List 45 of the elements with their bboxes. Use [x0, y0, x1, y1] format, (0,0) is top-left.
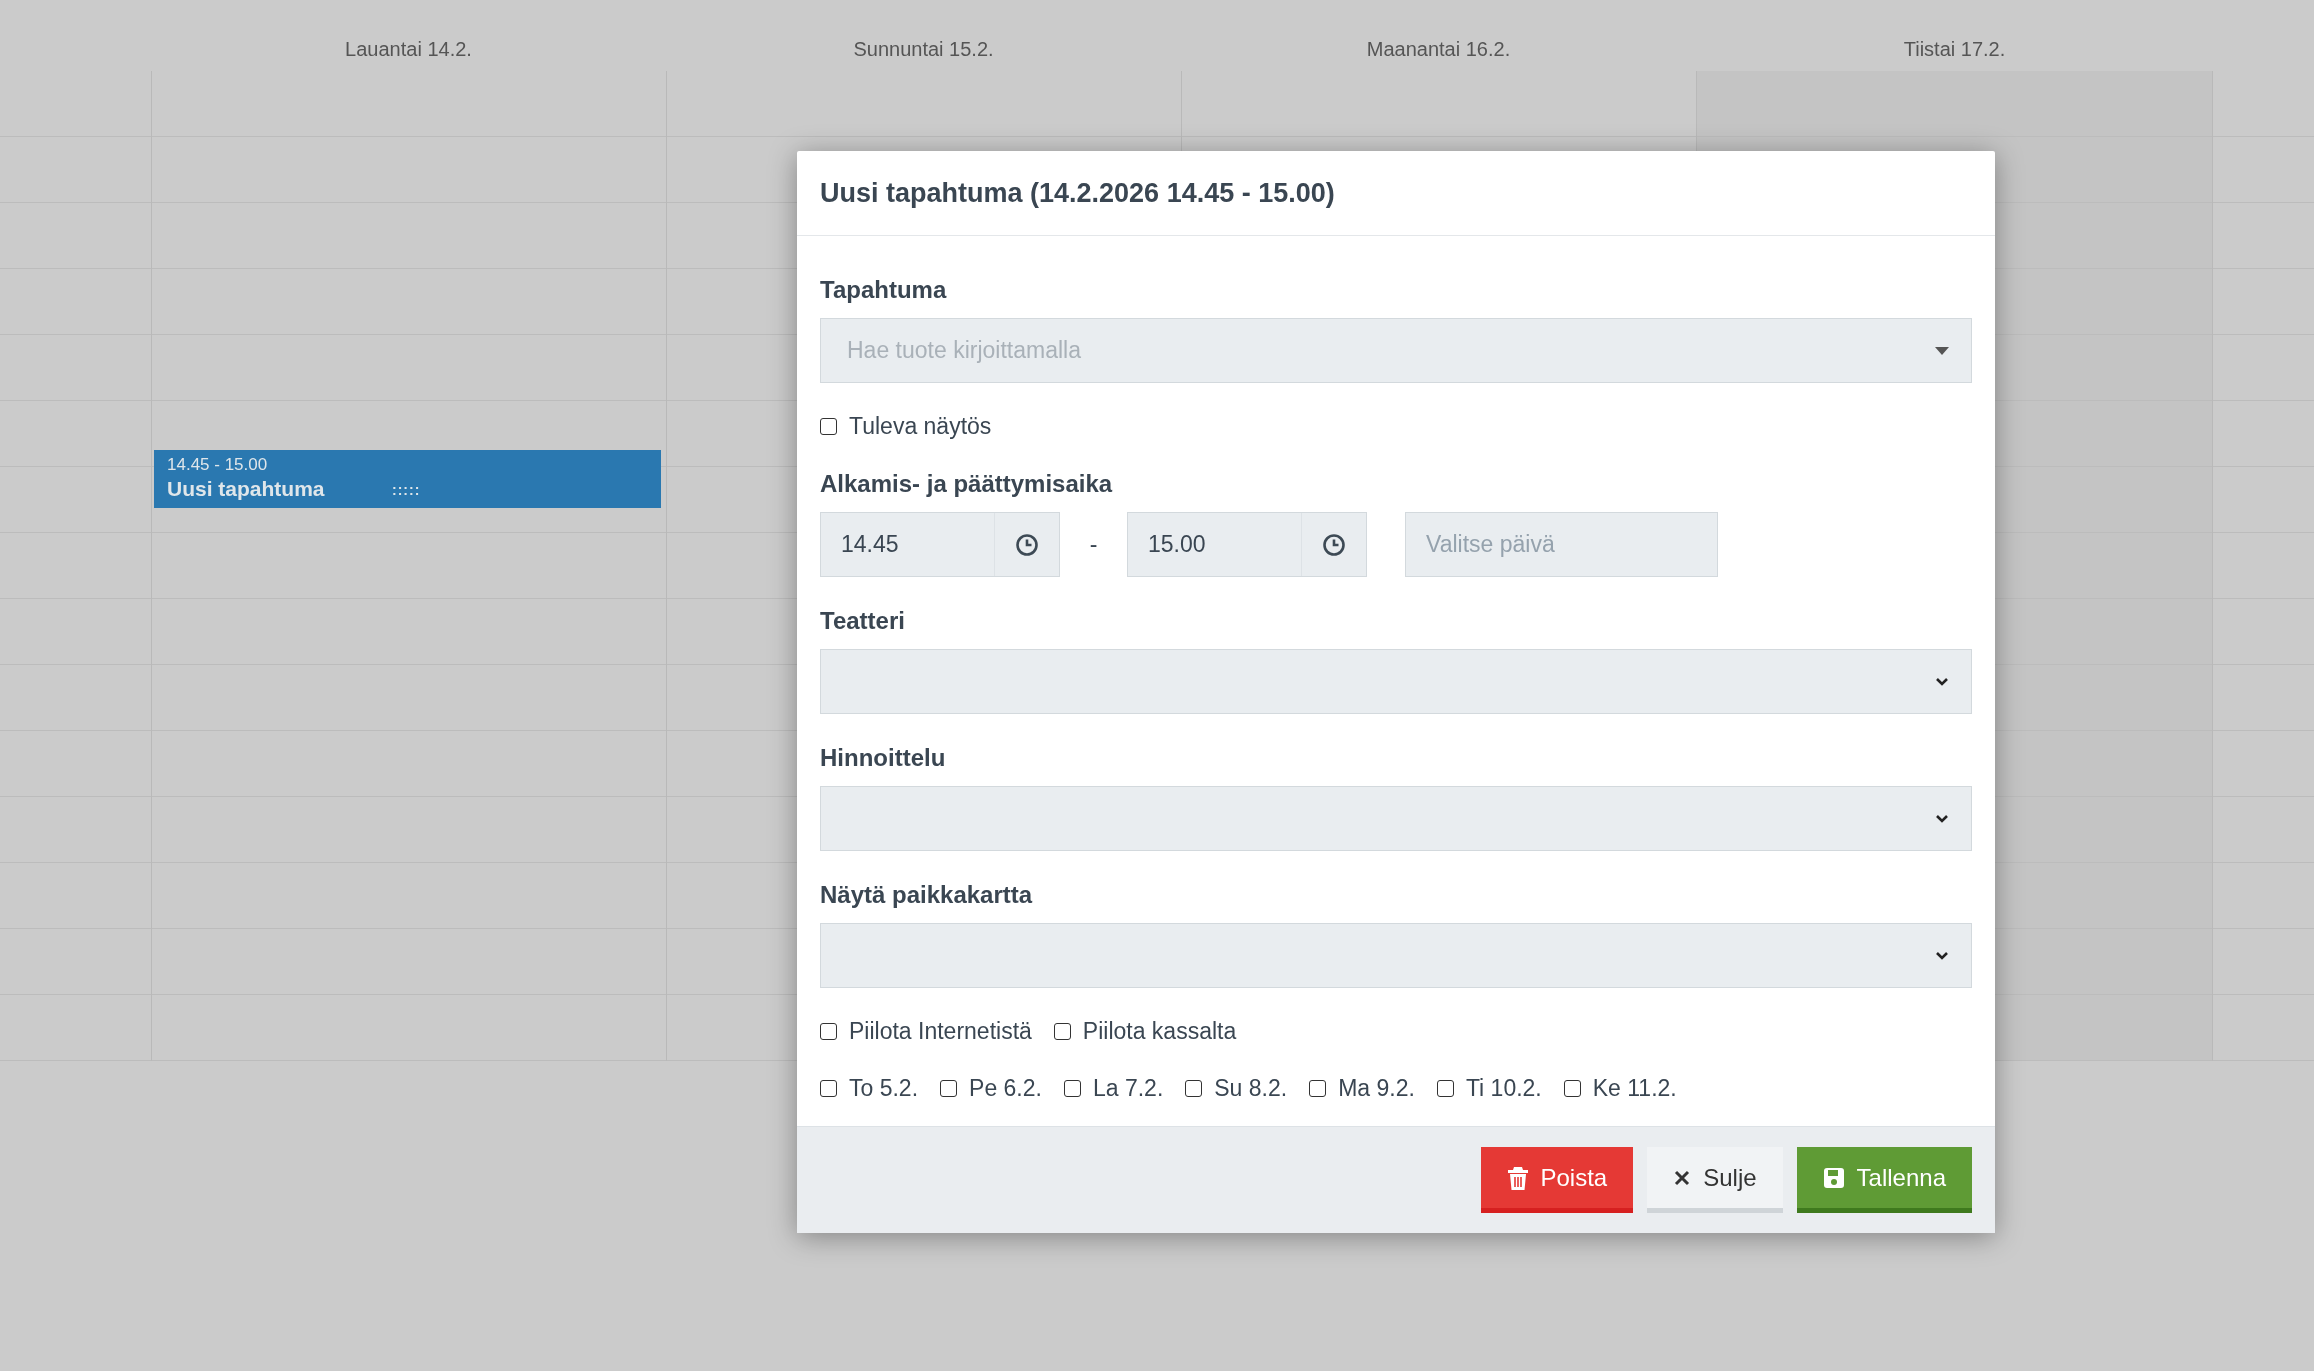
checkbox-label: To 5.2. [849, 1075, 919, 1102]
checkbox-label: La 7.2. [1092, 1075, 1164, 1102]
field-label: Teatteri [820, 607, 905, 635]
checkbox[interactable] [1063, 1080, 1081, 1097]
event-title: Uusi tapahtuma [167, 476, 325, 502]
checkbox-label: Ke 11.2. [1592, 1075, 1677, 1102]
checkbox-label: Piilota kassalta [1082, 1018, 1237, 1045]
checkbox[interactable] [820, 1080, 837, 1097]
checkbox[interactable] [1185, 1080, 1203, 1097]
checkbox-label: Ma 9.2. [1338, 1075, 1415, 1102]
checkbox[interactable] [820, 418, 837, 435]
resize-handle[interactable]: ::::: [392, 482, 421, 498]
checkbox[interactable] [820, 1023, 837, 1040]
day-header: Sunnuntai 15.2. [853, 38, 994, 60]
field-label: Tapahtuma [820, 276, 947, 304]
chevron-down-icon [1935, 814, 1949, 823]
checkbox[interactable] [940, 1080, 958, 1097]
dialog-title: Uusi tapahtuma (14.2.2026 14.45 - 15.00) [820, 177, 1335, 209]
checkbox[interactable] [1053, 1023, 1071, 1040]
checkbox-label: Ti 10.2. [1465, 1075, 1542, 1102]
day-header: Lauantai 14.2. [345, 38, 472, 60]
checkbox[interactable] [1436, 1080, 1454, 1097]
checkbox[interactable] [1309, 1080, 1327, 1097]
field-label: Hinnoittelu [820, 744, 946, 772]
event-time: 14.45 - 15.00 [167, 454, 268, 476]
checkbox-label: Piilota Internetistä [849, 1018, 1032, 1045]
close-icon [1673, 1168, 1692, 1187]
checkbox[interactable] [1563, 1080, 1581, 1097]
checkbox-label: Su 8.2. [1214, 1075, 1288, 1102]
field-label: Näytä paikkakartta [820, 881, 1033, 909]
delete-button[interactable]: Poista [1480, 1147, 1634, 1213]
range-separator: - [1088, 531, 1099, 558]
save-button[interactable]: Tallenna [1796, 1147, 1972, 1213]
checkbox-label: Pe 6.2. [969, 1075, 1042, 1102]
trash-icon [1506, 1165, 1529, 1190]
chevron-down-icon [1935, 951, 1949, 960]
calendar-event[interactable]: 14.45 - 15.00 Uusi tapahtuma ::::: [154, 450, 661, 508]
day-header: Tiistai 17.2. [1903, 38, 2006, 60]
caret-icon [1935, 346, 1949, 355]
date-field[interactable]: Valitse päivä [1405, 512, 1718, 577]
checkbox-label: Tuleva näytös [849, 413, 992, 440]
close-button[interactable]: Sulje [1647, 1147, 1783, 1213]
chevron-down-icon [1935, 677, 1949, 686]
field-label: Alkamis- ja päättymisaika [820, 470, 1113, 498]
day-header: Maanantai 16.2. [1366, 38, 1511, 60]
